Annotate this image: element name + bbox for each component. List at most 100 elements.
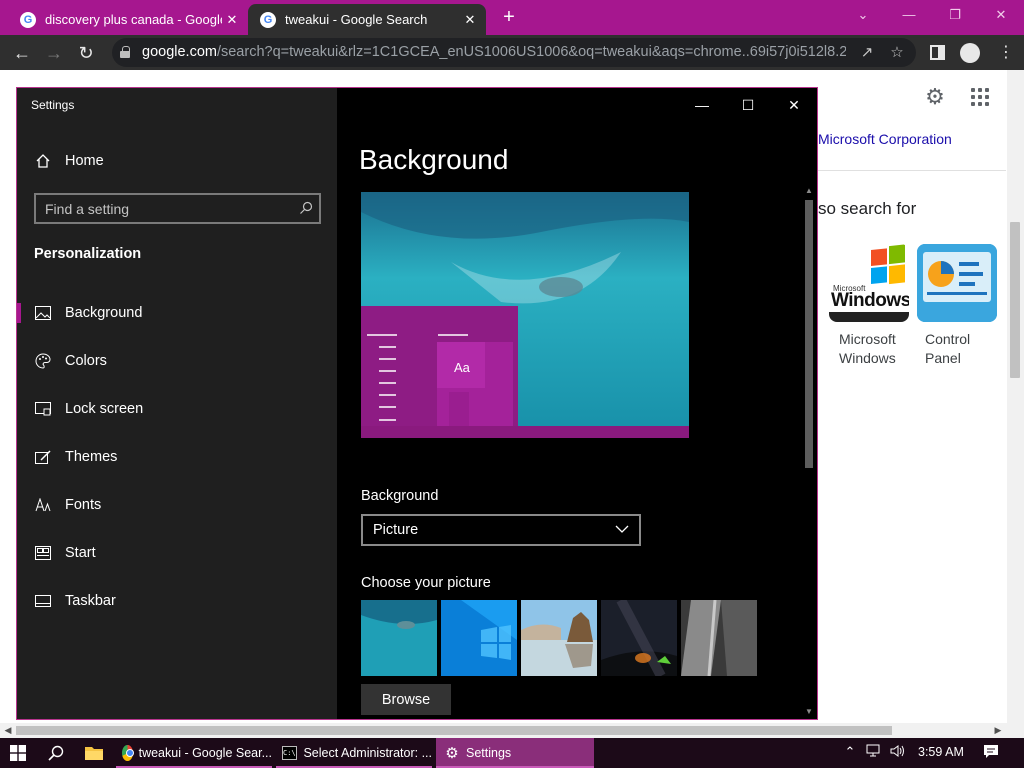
control-panel-card-image[interactable] <box>917 244 997 322</box>
nav-start[interactable]: Start <box>17 533 337 573</box>
close-button[interactable]: ✕ <box>771 94 817 116</box>
taskbar-item-settings[interactable]: ⚙ Settings <box>436 738 594 768</box>
scroll-up-arrow-icon[interactable]: ▲ <box>801 184 817 198</box>
minimize-button[interactable]: — <box>679 94 725 116</box>
clock[interactable]: 3:59 AM <box>918 745 964 759</box>
tab-close-icon[interactable]: ✕ <box>460 12 480 28</box>
address-bar[interactable]: google.com/search?q=tweakui&rlz=1C1GCEA_… <box>112 38 916 67</box>
search-icon[interactable] <box>299 201 313 215</box>
forward-arrow-icon[interactable]: → <box>40 39 68 67</box>
nav-home[interactable]: Home <box>17 141 337 181</box>
scroll-right-arrow-icon[interactable]: ▶ <box>990 723 1006 738</box>
background-type-value: Picture <box>373 522 419 538</box>
taskbar-item-cmd[interactable]: C:\ Select Administrator: ... <box>276 738 432 768</box>
windows-logo-icon <box>10 745 26 761</box>
browser-tab-discovery[interactable]: discovery plus canada - Google S ✕ <box>8 4 248 35</box>
scroll-left-arrow-icon[interactable]: ◀ <box>0 723 16 738</box>
page-vertical-scrollbar-thumb[interactable] <box>1010 222 1020 378</box>
choose-picture-label: Choose your picture <box>361 575 491 591</box>
nav-label: Themes <box>65 449 118 465</box>
nav-label: Colors <box>65 353 107 369</box>
window-title: Settings <box>31 98 75 112</box>
close-browser-button[interactable]: ✕ <box>978 0 1024 30</box>
section-heading: Personalization <box>34 246 142 262</box>
picture-thumb-beach-rocks[interactable] <box>521 600 597 676</box>
taskbar-icon <box>34 593 52 609</box>
back-arrow-icon[interactable]: ← <box>8 39 36 67</box>
maximize-button[interactable]: ☐ <box>725 94 771 116</box>
taskbar-search-button[interactable] <box>40 738 72 768</box>
divider <box>818 170 1006 171</box>
fonts-icon <box>34 497 52 513</box>
side-panel-icon[interactable] <box>930 45 945 60</box>
preview-sample-text: Aa <box>454 360 470 375</box>
file-explorer-button[interactable] <box>78 738 110 768</box>
share-icon[interactable]: ↗ <box>856 42 878 64</box>
start-button[interactable] <box>0 738 36 768</box>
picture-thumb-underwater[interactable] <box>361 600 437 676</box>
windows-logo-word: Windows <box>831 290 909 311</box>
reload-icon[interactable]: ↻ <box>72 39 100 67</box>
tab-search-icon[interactable]: ⌄ <box>840 0 886 30</box>
nav-label: Background <box>65 305 143 321</box>
background-type-select[interactable]: Picture <box>361 514 641 546</box>
card-label-control-panel[interactable]: Control Panel <box>925 330 970 368</box>
browser-menu-icon[interactable]: ⋮ <box>992 39 1020 67</box>
lock-icon[interactable] <box>120 46 130 58</box>
page-title: Background <box>359 144 509 175</box>
chevron-down-icon <box>615 522 629 536</box>
nav-label: Taskbar <box>65 593 116 609</box>
show-hidden-icons-chevron-icon[interactable]: ⌃ <box>842 744 858 760</box>
nav-fonts[interactable]: Fonts <box>17 485 337 525</box>
nav-background[interactable]: Background <box>17 293 337 333</box>
nav-taskbar[interactable]: Taskbar <box>17 581 337 621</box>
nav-themes[interactable]: Themes <box>17 437 337 477</box>
publisher-link[interactable]: Microsoft Corporation <box>818 131 952 147</box>
url-text[interactable]: google.com/search?q=tweakui&rlz=1C1GCEA_… <box>142 44 846 60</box>
microsoft-windows-card-image[interactable]: Microsoft Windows <box>829 244 909 322</box>
action-center-icon[interactable] <box>983 744 999 760</box>
nav-colors[interactable]: Colors <box>17 341 337 381</box>
profile-avatar-icon[interactable] <box>960 43 980 63</box>
picture-thumb-rock-cliff[interactable] <box>681 600 757 676</box>
background-label: Background <box>361 488 439 504</box>
settings-content: — ☐ ✕ Background Aa Background Picture C… <box>337 88 817 719</box>
taskbar-item-label: Settings <box>466 746 512 760</box>
settings-gear-icon[interactable]: ⚙ <box>924 86 946 108</box>
settings-gear-icon: ⚙ <box>445 745 459 762</box>
browser-toolbar: ← → ↻ google.com/search?q=tweakui&rlz=1C… <box>0 35 1024 70</box>
picture-thumb-night-sky[interactable] <box>601 600 677 676</box>
nav-lock-screen[interactable]: Lock screen <box>17 389 337 429</box>
tab-close-icon[interactable]: ✕ <box>222 12 242 28</box>
taskbar-item-chrome[interactable]: tweakui - Google Sear... <box>116 738 272 768</box>
network-icon[interactable] <box>866 744 882 760</box>
browse-button[interactable]: Browse <box>361 684 451 715</box>
google-favicon-icon <box>20 11 36 28</box>
nav-label: Start <box>65 545 96 561</box>
scroll-down-arrow-icon[interactable]: ▼ <box>801 705 817 719</box>
card-label-microsoft-windows[interactable]: Microsoft Windows <box>839 330 896 368</box>
restore-browser-button[interactable]: ❐ <box>932 0 978 30</box>
settings-scrollbar-thumb[interactable] <box>805 200 813 468</box>
volume-icon[interactable] <box>890 744 906 760</box>
taskbar-item-label: tweakui - Google Sear... <box>138 746 272 760</box>
lock-screen-icon <box>34 401 52 417</box>
tab-title: discovery plus canada - Google S <box>45 12 222 27</box>
bookmark-star-icon[interactable]: ☆ <box>886 42 908 64</box>
home-icon <box>34 153 52 169</box>
tab-title: tweakui - Google Search <box>285 12 428 27</box>
browser-tab-strip: discovery plus canada - Google S ✕ tweak… <box>0 0 1024 35</box>
settings-window: Settings Home Personalization Background <box>16 87 818 720</box>
page-horizontal-scrollbar-thumb[interactable] <box>16 726 892 735</box>
page-vertical-scrollbar[interactable] <box>1007 70 1024 723</box>
find-setting-search[interactable] <box>34 193 321 224</box>
browser-tab-tweakui[interactable]: tweakui - Google Search ✕ <box>248 4 486 35</box>
find-setting-input[interactable] <box>45 199 285 219</box>
nav-home-label: Home <box>65 153 104 169</box>
google-favicon-icon <box>260 11 276 28</box>
google-apps-icon[interactable] <box>971 88 989 106</box>
new-tab-button[interactable]: + <box>498 6 520 28</box>
start-icon <box>34 545 52 561</box>
minimize-browser-button[interactable]: — <box>886 0 932 30</box>
picture-thumb-windows[interactable] <box>441 600 517 676</box>
